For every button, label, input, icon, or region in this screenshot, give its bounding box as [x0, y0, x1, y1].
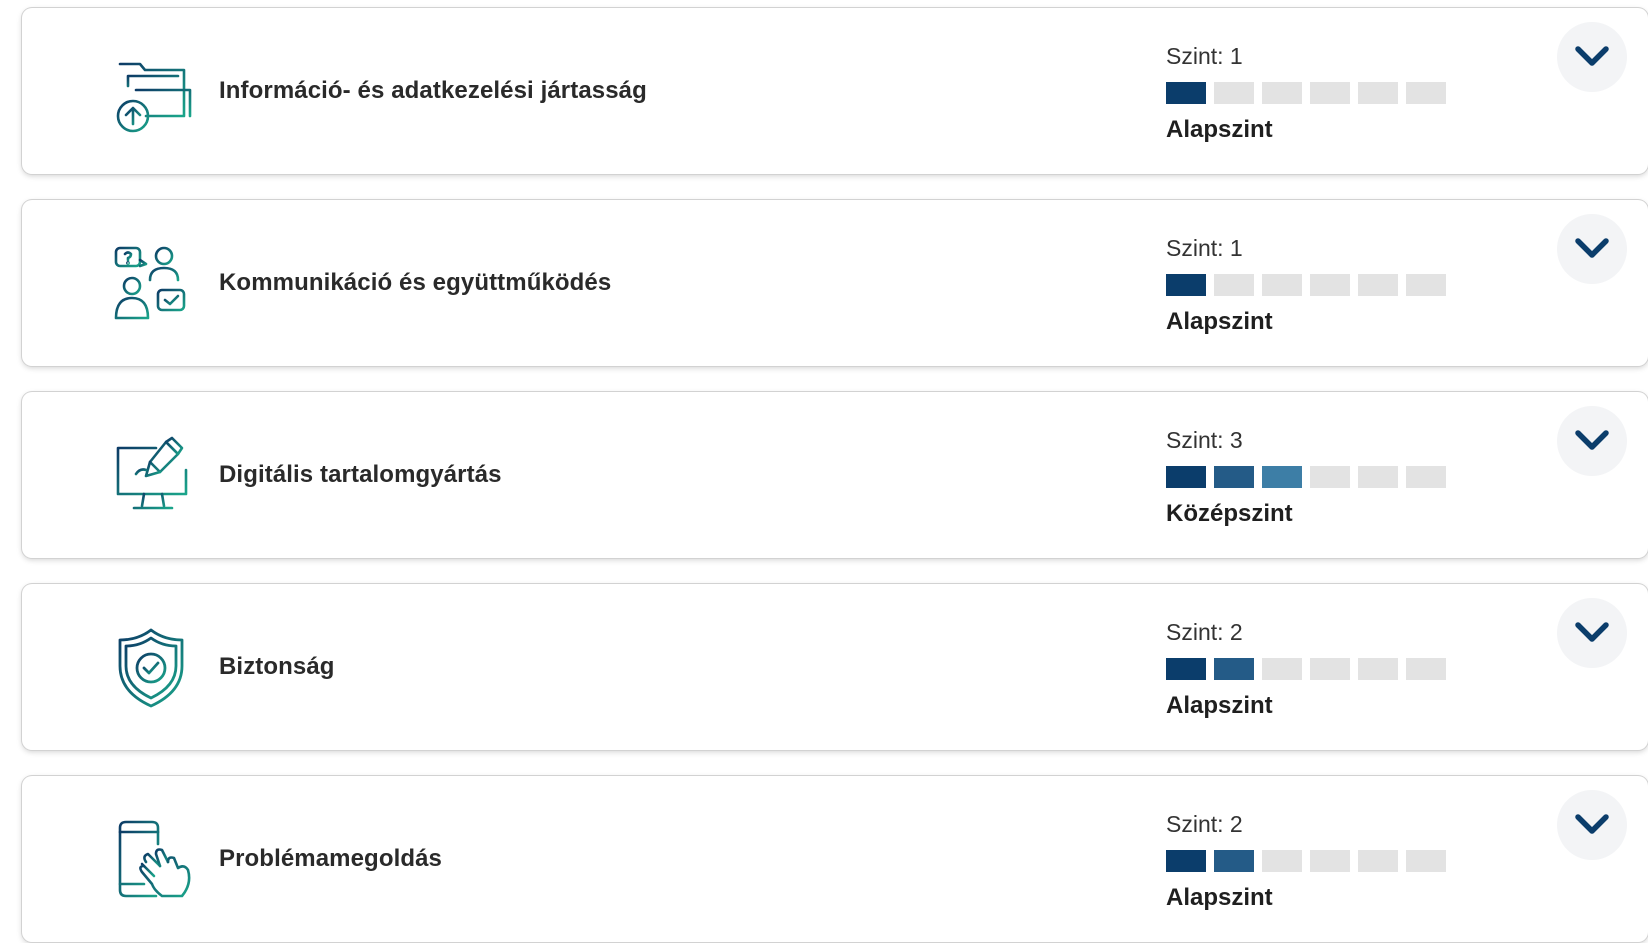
level-segment-filled: [1166, 850, 1206, 872]
expand-toggle-button[interactable]: [1557, 406, 1627, 476]
level-segment-empty: [1406, 658, 1446, 680]
competence-list: Információ- és adatkezelési jártasság Sz…: [0, 0, 1648, 943]
level-segment-empty: [1358, 274, 1398, 296]
level-segment-empty: [1406, 850, 1446, 872]
competence-card-communication: Kommunikáció és együttműködés Szint: 1 A…: [22, 200, 1648, 366]
competence-card-information: Információ- és adatkezelési jártasság Sz…: [22, 8, 1648, 174]
level-segment-filled: [1166, 658, 1206, 680]
level-segment-filled: [1214, 850, 1254, 872]
chevron-down-icon: [1575, 622, 1609, 642]
level-block: Szint: 2 Alapszint: [1166, 810, 1466, 912]
level-segment-empty: [1406, 466, 1446, 488]
competence-card-problem-solving: Problémamegoldás Szint: 2 Alapszint: [22, 776, 1648, 942]
level-segment-empty: [1406, 274, 1446, 296]
level-segment-filled: [1214, 466, 1254, 488]
level-segment-empty: [1310, 82, 1350, 104]
level-label: Szint: 2: [1166, 619, 1243, 645]
level-segment-empty: [1262, 850, 1302, 872]
level-segment-empty: [1214, 274, 1254, 296]
level-segment-empty: [1358, 466, 1398, 488]
expand-toggle-button[interactable]: [1557, 22, 1627, 92]
level-block: Szint: 1 Alapszint: [1166, 42, 1466, 144]
level-name: Alapszint: [1166, 692, 1273, 719]
competence-title: Problémamegoldás: [219, 845, 443, 872]
level-segment-empty: [1310, 466, 1350, 488]
monitor-brush-icon: [106, 430, 196, 520]
expand-toggle-button[interactable]: [1557, 790, 1627, 860]
level-name: Alapszint: [1166, 116, 1273, 143]
level-label: Szint: 1: [1166, 235, 1243, 261]
level-segment-empty: [1262, 274, 1302, 296]
level-segment-empty: [1358, 82, 1398, 104]
level-segment-empty: [1214, 82, 1254, 104]
level-segment-empty: [1358, 658, 1398, 680]
level-name: Középszint: [1166, 500, 1293, 527]
expand-toggle-button[interactable]: [1557, 214, 1627, 284]
shield-check-icon: [106, 622, 196, 712]
level-block: Szint: 2 Alapszint: [1166, 618, 1466, 720]
phone-touch-icon: [106, 814, 196, 904]
competence-card-content-creation: Digitális tartalomgyártás Szint: 3 Közép…: [22, 392, 1648, 558]
competence-title: Kommunikáció és együttműködés: [219, 269, 612, 296]
chevron-down-icon: [1575, 46, 1609, 66]
level-segment-filled: [1166, 466, 1206, 488]
level-segment-empty: [1406, 82, 1446, 104]
level-segment-empty: [1310, 274, 1350, 296]
level-segment-empty: [1358, 850, 1398, 872]
level-bar: [1166, 274, 1466, 296]
chevron-down-icon: [1575, 430, 1609, 450]
level-block: Szint: 1 Alapszint: [1166, 234, 1466, 336]
level-segment-empty: [1262, 82, 1302, 104]
competence-title: Információ- és adatkezelési jártasság: [219, 77, 647, 104]
level-segment-empty: [1262, 658, 1302, 680]
level-name: Alapszint: [1166, 308, 1273, 335]
level-segment-filled: [1214, 658, 1254, 680]
level-bar: [1166, 466, 1466, 488]
competence-card-security: Biztonság Szint: 2 Alapszint: [22, 584, 1648, 750]
level-segment-filled: [1166, 274, 1206, 296]
expand-toggle-button[interactable]: [1557, 598, 1627, 668]
level-label: Szint: 2: [1166, 811, 1243, 837]
chevron-down-icon: [1575, 814, 1609, 834]
level-label: Szint: 3: [1166, 427, 1243, 453]
level-segment-filled: [1166, 82, 1206, 104]
level-bar: [1166, 82, 1466, 104]
level-segment-filled: [1262, 466, 1302, 488]
level-segment-empty: [1310, 658, 1350, 680]
level-label: Szint: 1: [1166, 43, 1243, 69]
level-bar: [1166, 850, 1466, 872]
competence-title: Biztonság: [219, 653, 335, 680]
people-communication-icon: [106, 238, 196, 328]
folder-upload-icon: [106, 46, 196, 136]
level-bar: [1166, 658, 1466, 680]
level-name: Alapszint: [1166, 884, 1273, 911]
level-block: Szint: 3 Középszint: [1166, 426, 1466, 528]
chevron-down-icon: [1575, 238, 1609, 258]
competence-title: Digitális tartalomgyártás: [219, 461, 502, 488]
level-segment-empty: [1310, 850, 1350, 872]
